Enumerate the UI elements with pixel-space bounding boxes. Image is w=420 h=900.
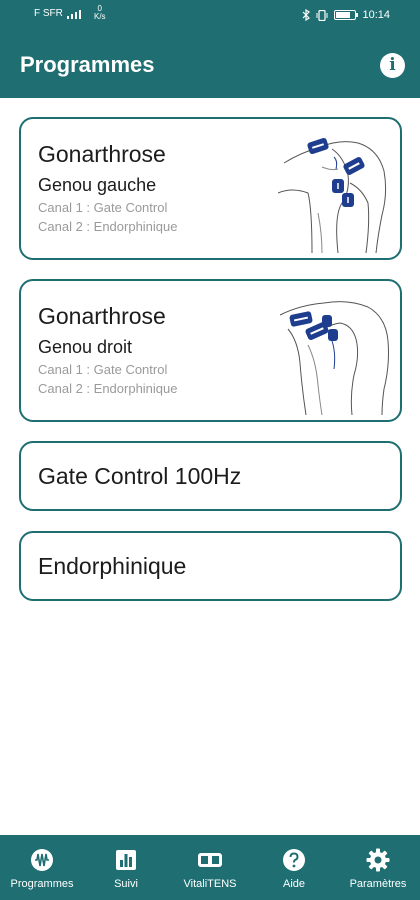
program-channel-1: Canal 1 : Gate Control <box>38 200 168 215</box>
program-card-gonarthrose-right[interactable]: Gonarthrose Genou droit Canal 1 : Gate C… <box>19 279 402 422</box>
nav-item-vitalitens[interactable]: VitaliTENS <box>168 835 252 900</box>
knee-right-illustration <box>279 301 389 416</box>
signal-icon <box>66 9 81 19</box>
screen: F SFR 0 K/s 10:14 Programmes i Gonarthro… <box>0 0 420 900</box>
program-subtitle: Genou droit <box>38 337 133 357</box>
program-card-gate-control[interactable]: Gate Control 100Hz <box>19 441 402 511</box>
status-left: F SFR <box>34 8 84 19</box>
program-channel-1: Canal 1 : Gate Control <box>38 362 168 377</box>
page-title: Programmes <box>20 52 155 77</box>
bottom-nav: Programmes Suivi VitaliTENS Aide Paramèt… <box>0 835 420 900</box>
nav-label: Programmes <box>10 878 74 890</box>
info-icon[interactable]: i <box>380 53 405 78</box>
bar-chart-icon <box>116 850 136 870</box>
nav-label: Aide <box>282 878 306 890</box>
net-speed: 0 K/s <box>94 5 106 21</box>
program-channel-2: Canal 2 : Endorphinique <box>38 219 178 234</box>
waveform-icon <box>31 849 53 871</box>
app-bar: Programmes i <box>0 32 420 98</box>
gear-icon <box>366 848 390 872</box>
knee-left-illustration <box>278 137 387 254</box>
net-speed-unit: K/s <box>94 12 106 21</box>
program-card-endorphinique[interactable]: Endorphinique <box>19 531 402 601</box>
program-card-gonarthrose-left[interactable]: Gonarthrose Genou gauche Canal 1 : Gate … <box>19 117 402 260</box>
program-title: Gonarthrose <box>38 141 166 167</box>
nav-label: Suivi <box>114 878 138 890</box>
program-title: Endorphinique <box>38 553 187 579</box>
status-right: 10:14 <box>302 9 390 21</box>
nav-item-programmes[interactable]: Programmes <box>0 835 84 900</box>
status-bar: F SFR 0 K/s 10:14 <box>0 0 420 32</box>
nav-item-aide[interactable]: Aide <box>252 835 336 900</box>
clock: 10:14 <box>362 9 390 21</box>
battery-icon <box>334 10 359 20</box>
program-title: Gate Control 100Hz <box>38 463 242 489</box>
program-channel-2: Canal 2 : Endorphinique <box>38 381 178 396</box>
bluetooth-icon <box>303 9 311 21</box>
nav-item-suivi[interactable]: Suivi <box>84 835 168 900</box>
help-icon <box>283 849 305 871</box>
vibrate-icon <box>316 9 328 21</box>
nav-label: Paramètres <box>349 878 407 890</box>
nav-label: VitaliTENS <box>183 878 237 890</box>
device-icon <box>198 853 222 867</box>
program-subtitle: Genou gauche <box>38 175 157 195</box>
program-title: Gonarthrose <box>38 303 166 329</box>
nav-item-parametres[interactable]: Paramètres <box>336 835 420 900</box>
carrier-label: F SFR <box>34 8 63 19</box>
